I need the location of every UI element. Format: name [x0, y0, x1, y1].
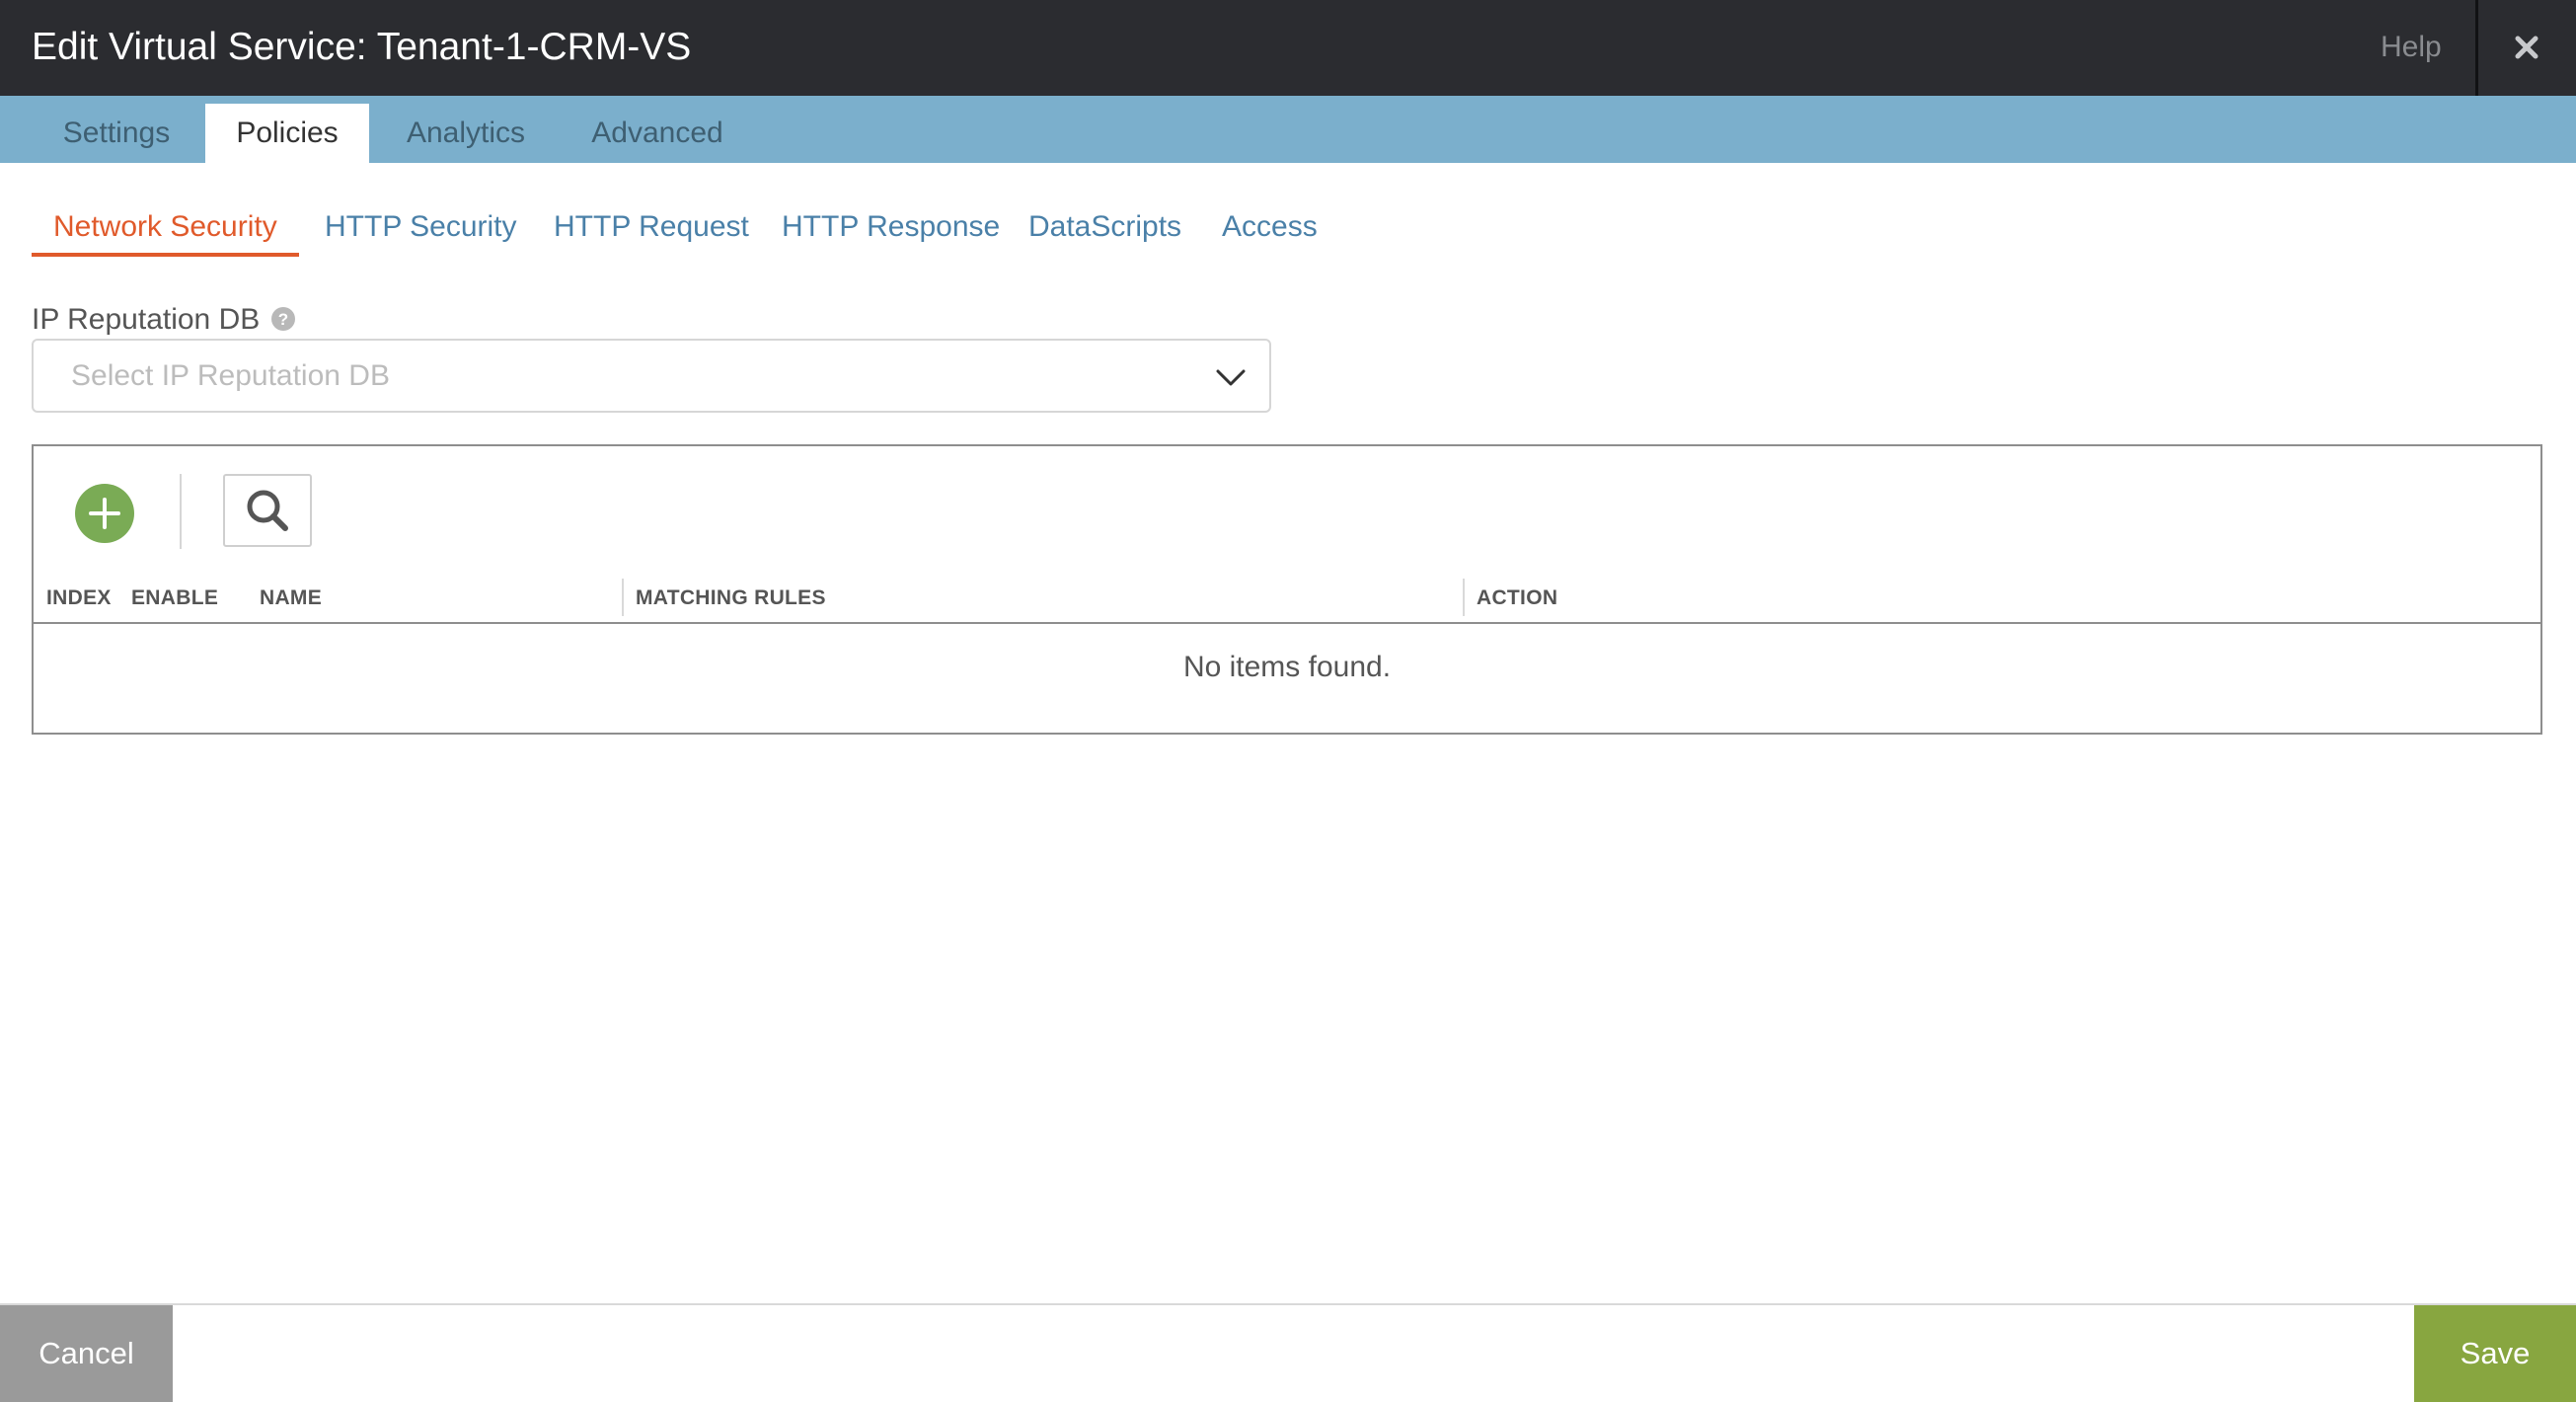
tab-policies[interactable]: Policies — [205, 104, 369, 163]
toolbar-divider — [180, 474, 182, 549]
add-rule-button[interactable] — [75, 484, 134, 543]
chevron-down-icon — [1216, 369, 1246, 386]
network-security-rules-grid: INDEX ENABLE NAME MATCHING RULES ACTION … — [32, 444, 2542, 735]
ip-reputation-placeholder: Select IP Reputation DB — [71, 359, 390, 392]
subtab-http-response[interactable]: HTTP Response — [782, 203, 1000, 257]
svg-text:?: ? — [278, 310, 288, 329]
subtab-http-security[interactable]: HTTP Security — [325, 203, 517, 257]
column-header-action[interactable]: ACTION — [1477, 584, 1557, 612]
empty-state-message: No items found. — [1182, 651, 1392, 683]
subtab-access[interactable]: Access — [1222, 203, 1318, 257]
dialog-footer: Cancel Save — [0, 1303, 2576, 1402]
dialog-title: Edit Virtual Service: Tenant-1-CRM-VS — [32, 26, 692, 68]
search-icon — [247, 490, 288, 531]
save-button[interactable]: Save — [2414, 1305, 2576, 1402]
main-tab-bar: Settings Policies Analytics Advanced — [0, 96, 2576, 163]
close-icon — [2515, 36, 2538, 59]
title-bar: Edit Virtual Service: Tenant-1-CRM-VS He… — [0, 0, 2576, 96]
plus-circle-icon — [75, 484, 134, 543]
ip-reputation-select[interactable]: Select IP Reputation DB — [32, 339, 1271, 413]
question-circle-icon[interactable]: ? — [270, 306, 296, 332]
column-header-name[interactable]: NAME — [260, 584, 322, 612]
column-header-index[interactable]: INDEX — [46, 584, 112, 612]
ip-reputation-label: IP Reputation DB — [32, 303, 261, 336]
title-bar-divider — [2475, 0, 2478, 96]
tab-analytics[interactable]: Analytics — [387, 104, 545, 163]
column-separator[interactable] — [1463, 579, 1465, 616]
subtab-http-request[interactable]: HTTP Request — [554, 203, 749, 257]
search-button[interactable] — [223, 474, 312, 547]
grid-header-rule — [34, 622, 2540, 624]
cancel-button[interactable]: Cancel — [0, 1305, 173, 1402]
column-separator[interactable] — [622, 579, 624, 616]
tab-settings[interactable]: Settings — [41, 104, 191, 163]
subtab-datascripts[interactable]: DataScripts — [1028, 203, 1181, 257]
subtab-network-security[interactable]: Network Security — [32, 203, 299, 257]
tab-advanced[interactable]: Advanced — [576, 104, 738, 163]
help-link[interactable]: Help — [2381, 24, 2442, 71]
column-header-matching-rules[interactable]: MATCHING RULES — [636, 584, 826, 612]
column-header-enable[interactable]: ENABLE — [131, 584, 218, 612]
close-button[interactable] — [2497, 20, 2556, 75]
